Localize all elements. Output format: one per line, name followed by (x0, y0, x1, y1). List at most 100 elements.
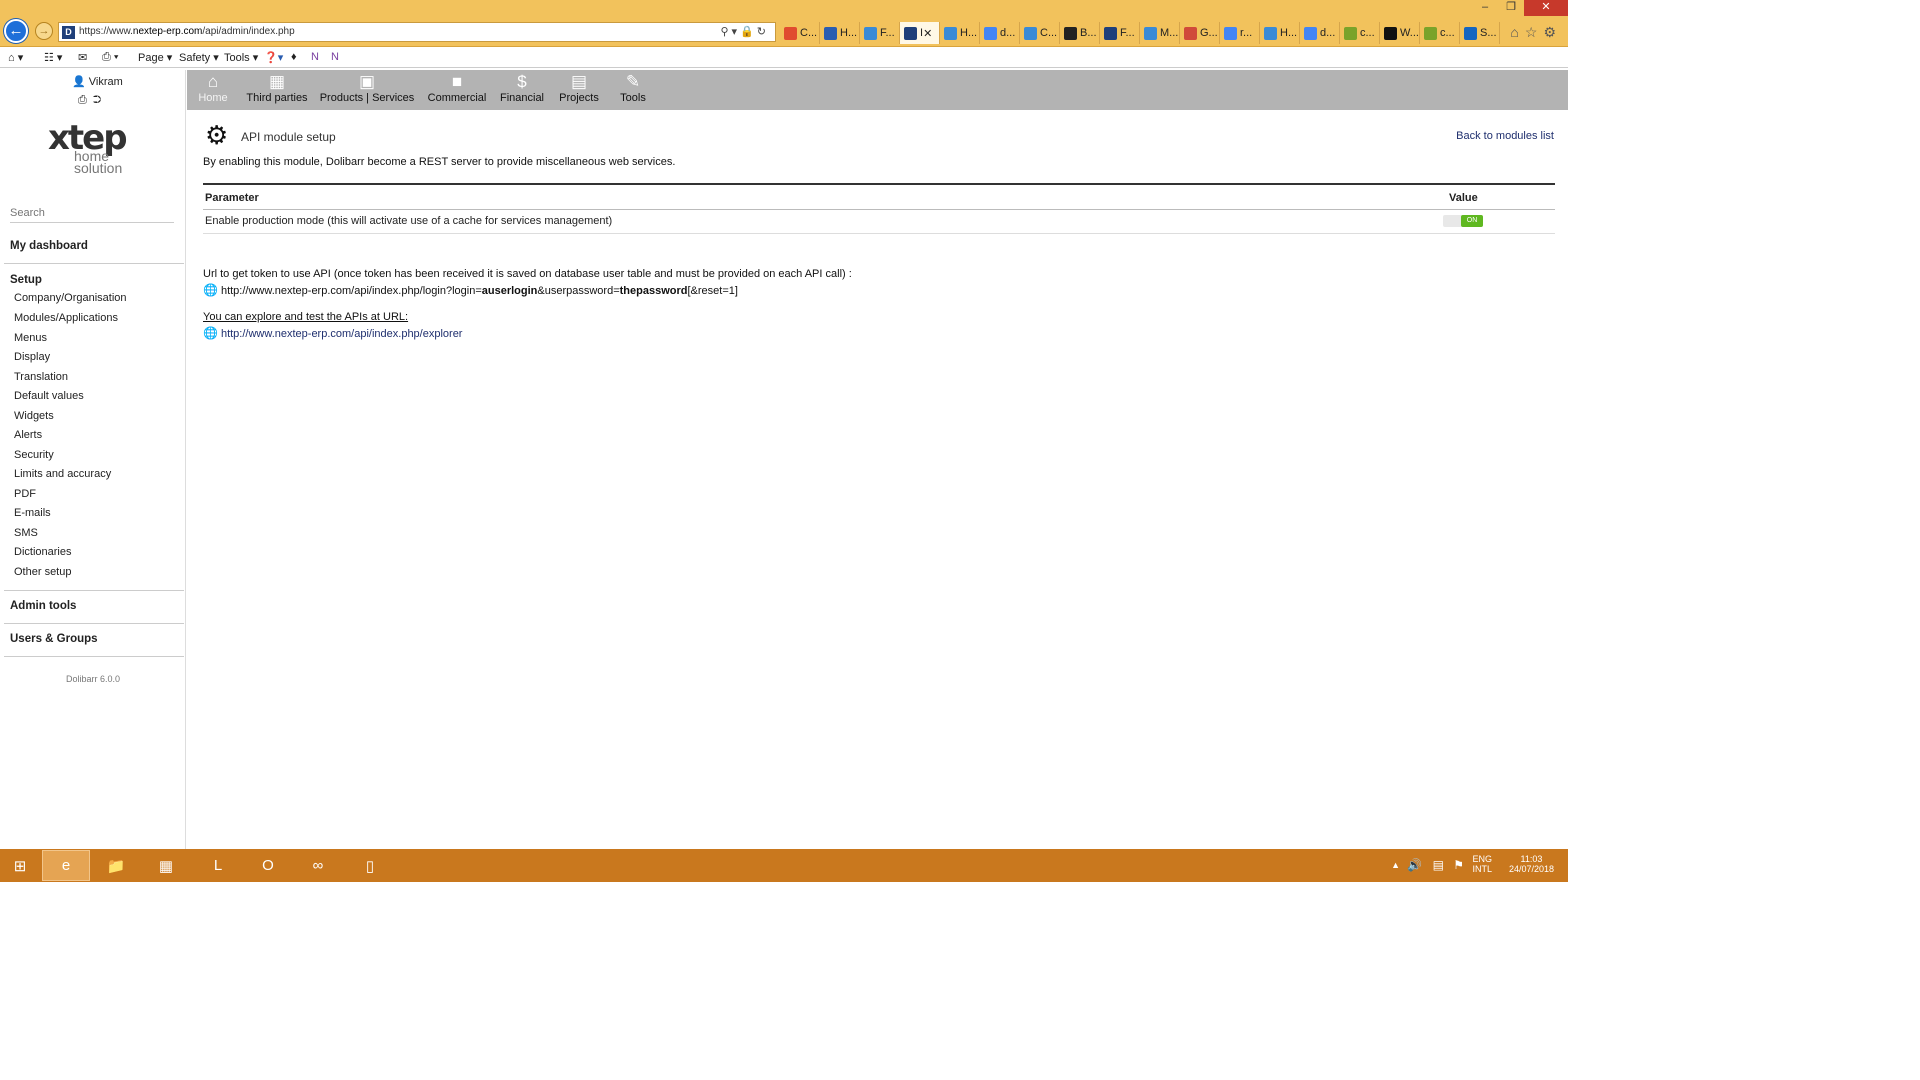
sidebar-item-e-mails[interactable]: E-mails (14, 507, 51, 519)
lync-icon[interactable]: L (194, 850, 242, 881)
refresh-icon[interactable]: ↻ (757, 26, 769, 38)
divider (4, 590, 184, 591)
browser-tab[interactable]: S... (1460, 22, 1500, 44)
language-indicator[interactable]: ENG INTL (1472, 854, 1492, 874)
visual-studio-icon[interactable]: ∞ (294, 850, 342, 881)
browser-tab[interactable]: M... (1140, 22, 1180, 44)
print-icon[interactable]: ⎙ ▾ (102, 51, 118, 64)
browser-tab[interactable]: d... (980, 22, 1020, 44)
browser-tab[interactable]: c... (1340, 22, 1380, 44)
nav-admin-tools[interactable]: Admin tools (10, 600, 76, 612)
m-icon (1384, 26, 1397, 40)
calculator-icon[interactable]: ▦ (142, 850, 190, 881)
sidebar-item-alerts[interactable]: Alerts (14, 429, 42, 441)
browser-tab[interactable]: c... (1420, 22, 1460, 44)
browser-tab[interactable]: I ✕ (900, 22, 940, 44)
toggle-on-label: ON (1461, 215, 1483, 227)
sidebar-item-limits-and-accuracy[interactable]: Limits and accuracy (14, 468, 111, 480)
tab-products-services[interactable]: ▣ Products | Services (319, 70, 415, 110)
safety-menu[interactable]: Safety ▾ (179, 51, 219, 64)
nav-setup[interactable]: Setup (10, 274, 42, 286)
feeds-icon[interactable]: ☷ ▾ (44, 51, 62, 64)
back-arrow-icon[interactable]: ← (4, 19, 28, 43)
home-browser-icon[interactable]: ⌂ (1510, 24, 1524, 40)
user-name[interactable]: Vikram (89, 76, 123, 88)
volume-icon[interactable]: 🔊 (1407, 858, 1422, 872)
browser-tab[interactable]: G... (1180, 22, 1220, 44)
sidebar-item-translation[interactable]: Translation (14, 371, 68, 383)
search-input[interactable] (10, 203, 174, 223)
nav-users-groups[interactable]: Users & Groups (10, 633, 98, 645)
extension-icon[interactable]: ♦ (291, 51, 297, 63)
browser-tab[interactable]: H... (940, 22, 980, 44)
browser-tab[interactable]: r... (1220, 22, 1260, 44)
browser-tab[interactable]: F... (1100, 22, 1140, 44)
top-menu: ⌂ Home ▦ Third parties ▣ Products | Services ■… (187, 70, 1568, 110)
home-cmd-icon[interactable]: ⌂ ▾ (8, 51, 23, 64)
tab-third-parties[interactable]: ▦ Third parties (245, 70, 309, 110)
browser-tab[interactable]: B... (1060, 22, 1100, 44)
browser-tab[interactable]: H... (1260, 22, 1300, 44)
production-mode-toggle[interactable]: ON (1443, 215, 1483, 227)
sidebar-item-security[interactable]: Security (14, 449, 54, 461)
tab-tools[interactable]: ✎ Tools (617, 70, 649, 110)
sidebar-item-company-organisation[interactable]: Company/Organisation (14, 292, 127, 304)
nav-my-dashboard[interactable]: My dashboard (10, 240, 88, 252)
tab-financial[interactable]: $ Financial (499, 70, 545, 110)
file-explorer-icon[interactable]: 📁 (92, 850, 140, 881)
sidebar-item-pdf[interactable]: PDF (14, 488, 36, 500)
app-icon[interactable]: ▯ (346, 850, 394, 881)
browser-tab[interactable]: W... (1380, 22, 1420, 44)
dropdown-icon[interactable]: ▾ (732, 26, 741, 38)
ie-taskbar-icon[interactable]: e (42, 850, 90, 881)
sidebar-item-dictionaries[interactable]: Dictionaries (14, 546, 71, 558)
browser-tab[interactable]: F... (860, 22, 900, 44)
sidebar-item-sms[interactable]: SMS (14, 527, 38, 539)
sidebar-item-modules-applications[interactable]: Modules/Applications (14, 312, 118, 324)
search-icon[interactable]: ⚲ (720, 26, 731, 38)
settings-gear-icon[interactable]: ⚙ (1543, 24, 1562, 40)
google-icon (1224, 26, 1237, 40)
tab-projects[interactable]: ▤ Projects (557, 70, 601, 110)
forward-arrow-icon[interactable]: → (35, 22, 53, 40)
browser-tab[interactable]: C... (780, 22, 820, 44)
company-logo[interactable]: xtep home solution (46, 118, 136, 178)
close-tab-icon[interactable]: ✕ (923, 27, 932, 40)
minimize-icon[interactable]: – (1472, 0, 1498, 16)
onenote-icon[interactable]: N (311, 51, 319, 63)
browser-tab[interactable]: H... (820, 22, 860, 44)
help-icon[interactable]: ❓▾ (264, 51, 283, 64)
start-windows-icon[interactable]: ⊞ (0, 850, 40, 881)
address-bar[interactable]: D https://www.nextep-erp.com/api/admin/i… (58, 22, 776, 42)
tray-arrow-icon[interactable]: ▲ (1391, 860, 1400, 870)
sidebar-item-default-values[interactable]: Default values (14, 390, 84, 402)
sidebar-item-menus[interactable]: Menus (14, 332, 47, 344)
back-to-modules-link[interactable]: Back to modules list (1456, 130, 1554, 142)
logout-icon[interactable]: ➲ (93, 94, 107, 106)
sidebar-item-widgets[interactable]: Widgets (14, 410, 54, 422)
tab-home[interactable]: ⌂ Home (197, 70, 229, 110)
explorer-link[interactable]: 🌐 http://www.nextep-erp.com/api/index.php… (203, 326, 462, 340)
page-menu[interactable]: Page ▾ (138, 51, 172, 64)
print-page-icon[interactable]: ⎙ (78, 94, 93, 106)
onenote-send-icon[interactable]: N (331, 51, 339, 63)
favorites-star-icon[interactable]: ☆ (1525, 24, 1544, 40)
browser-tab[interactable]: C... (1020, 22, 1060, 44)
mail-icon[interactable]: ✉ (78, 51, 87, 64)
column-header-parameter: Parameter (205, 192, 259, 204)
restore-icon[interactable]: ❐ (1498, 0, 1524, 16)
network-icon[interactable]: ▤ (1433, 858, 1444, 872)
browser-tab[interactable]: d... (1300, 22, 1340, 44)
tab-commercial[interactable]: ■ Commercial (426, 70, 488, 110)
sidebar-item-display[interactable]: Display (14, 351, 50, 363)
user-info[interactable]: 👤 Vikram (72, 75, 123, 88)
close-window-icon[interactable]: ✕ (1524, 0, 1568, 16)
clock[interactable]: 11:03 24/07/2018 (1509, 854, 1554, 874)
address-controls[interactable]: ⚲▾🔒↻ (720, 25, 769, 38)
sidebar-item-other-setup[interactable]: Other setup (14, 566, 71, 578)
lock-icon[interactable]: 🔒 (740, 26, 757, 38)
address-url[interactable]: https://www.nextep-erp.com/api/admin/ind… (79, 26, 295, 37)
flag-icon[interactable]: ⚑ (1453, 858, 1464, 872)
tools-menu[interactable]: Tools ▾ (224, 51, 258, 64)
outlook-icon[interactable]: O (244, 850, 292, 881)
